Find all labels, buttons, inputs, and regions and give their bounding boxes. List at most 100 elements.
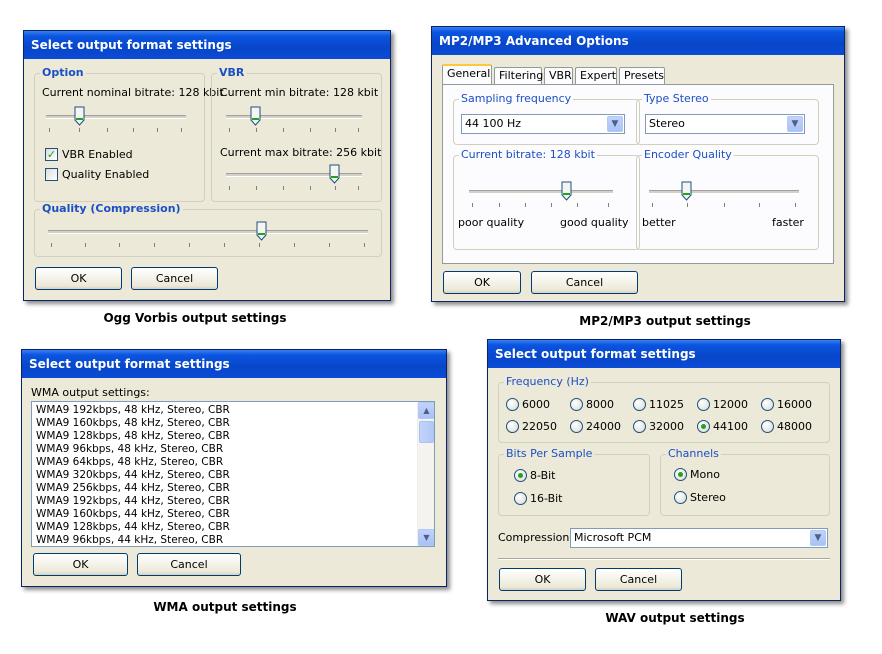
wav-dialog: Select output format settings Frequency … [487,339,841,601]
chevron-up-icon[interactable]: ▲ [418,402,434,419]
mono-radio[interactable] [674,468,687,481]
wma-settings-list[interactable]: WMA9 192kbps, 48 kHz, Stereo, CBR WMA9 1… [31,401,435,547]
bit8-label[interactable]: 8-Bit [530,469,556,482]
stereo-label[interactable]: Stereo [690,491,726,504]
freq-6000-label[interactable]: 6000 [522,398,550,411]
slider-thumb-icon[interactable] [681,181,692,201]
sampling-frequency-select[interactable]: 44 100 Hz ▼ [461,114,625,134]
chevron-down-icon[interactable]: ▼ [787,116,803,132]
freq-16000-radio[interactable] [761,398,774,411]
sampling-legend: Sampling frequency [459,92,574,105]
list-item[interactable]: WMA9 128kbps, 48 kHz, Stereo, CBR [32,430,417,443]
tab-vbr[interactable]: VBR [544,67,573,85]
freq-8000-label[interactable]: 8000 [586,398,614,411]
chevron-down-icon[interactable]: ▼ [607,116,623,132]
tab-expert[interactable]: Expert [575,67,617,85]
cancel-button[interactable]: Cancel [531,271,638,294]
wav-title: Select output format settings [488,340,840,368]
ok-button[interactable]: OK [499,568,586,591]
list-item[interactable]: WMA9 96kbps, 48 kHz, Stereo, CBR [32,443,417,456]
cancel-button[interactable]: Cancel [137,553,241,576]
freq-8000-radio[interactable] [570,398,583,411]
list-item[interactable]: WMA9 96kbps, 44 kHz, Stereo, CBR [32,534,417,546]
chevron-down-icon[interactable]: ▼ [810,530,826,546]
cancel-button[interactable]: Cancel [131,267,218,290]
vbr-enabled-label[interactable]: VBR Enabled [62,148,133,161]
wma-dialog: Select output format settings WMA output… [21,349,447,587]
nominal-bitrate-slider[interactable] [46,106,186,134]
tab-presets[interactable]: Presets [619,67,665,85]
list-item[interactable]: WMA9 320kbps, 44 kHz, Stereo, CBR [32,469,417,482]
max-bitrate-slider[interactable] [226,164,362,192]
freq-22050-radio[interactable] [506,420,519,433]
freq-11025-radio[interactable] [633,398,646,411]
compression-select[interactable]: Microsoft PCM ▼ [570,528,828,548]
mono-label[interactable]: Mono [690,468,720,481]
frequency-group: Frequency (Hz) [498,375,830,443]
slider-thumb-icon[interactable] [74,106,85,126]
bitrate-slider[interactable] [469,181,613,209]
slider-thumb-icon[interactable] [329,164,340,184]
min-bitrate-slider[interactable] [226,106,362,134]
cancel-button[interactable]: Cancel [595,568,682,591]
ok-button[interactable]: OK [35,267,122,290]
mp3-caption: MP2/MP3 output settings [579,314,751,328]
slider-thumb-icon[interactable] [250,106,261,126]
slider-thumb-icon[interactable] [561,181,572,201]
wma-caption: WMA output settings [153,600,297,614]
list-item[interactable]: WMA9 256kbps, 44 kHz, Stereo, CBR [32,482,417,495]
list-item[interactable]: WMA9 160kbps, 44 kHz, Stereo, CBR [32,508,417,521]
scroll-thumb[interactable] [419,421,434,443]
stereo-radio[interactable] [674,491,687,504]
quality-legend: Quality (Compression) [40,202,183,215]
mp3-dialog: MP2/MP3 Advanced Options General Filteri… [431,26,845,302]
vbr-legend: VBR [217,66,247,79]
freq-48000-radio[interactable] [761,420,774,433]
list-item[interactable]: WMA9 192kbps, 44 kHz, Stereo, CBR [32,495,417,508]
quality-enabled-checkbox[interactable] [45,168,58,181]
encoder-quality-slider[interactable] [649,181,799,209]
quality-slider[interactable] [48,221,368,249]
freq-12000-radio[interactable] [697,398,710,411]
list-item[interactable]: WMA9 160kbps, 48 kHz, Stereo, CBR [32,417,417,430]
vbr-enabled-checkbox[interactable]: ✓ [45,148,58,161]
freq-22050-label[interactable]: 22050 [522,420,557,433]
freq-44100-radio[interactable] [697,420,710,433]
compression-label: Compression: [498,531,574,544]
chevron-down-icon[interactable]: ▼ [418,529,434,546]
ogg-dialog: Select output format settings Option Cur… [23,30,391,301]
nominal-bitrate-label: Current nominal bitrate: 128 kbit [42,86,224,99]
freq-24000-radio[interactable] [570,420,583,433]
good-quality-label: good quality [560,216,629,229]
ok-button[interactable]: OK [33,553,128,576]
divider [498,558,830,560]
stereo-legend: Type Stereo [642,92,711,105]
freq-44100-label[interactable]: 44100 [713,420,748,433]
freq-6000-radio[interactable] [506,398,519,411]
slider-thumb-icon[interactable] [256,221,267,241]
list-scrollbar[interactable]: ▲ ▼ [417,402,434,546]
freq-12000-label[interactable]: 12000 [713,398,748,411]
ok-button[interactable]: OK [443,271,521,294]
faster-label: faster [772,216,804,229]
freq-32000-label[interactable]: 32000 [649,420,684,433]
bit8-radio[interactable] [514,469,527,482]
bit16-label[interactable]: 16-Bit [530,492,563,505]
freq-48000-label[interactable]: 48000 [777,420,812,433]
list-item[interactable]: WMA9 192kbps, 48 kHz, Stereo, CBR [32,404,417,417]
tab-filtering[interactable]: Filtering [494,67,543,85]
freq-11025-label[interactable]: 11025 [649,398,684,411]
quality-enabled-label[interactable]: Quality Enabled [62,168,149,181]
channels-group: Channels [660,447,830,516]
bit16-radio[interactable] [514,492,527,505]
list-item[interactable]: WMA9 128kbps, 44 kHz, Stereo, CBR [32,521,417,534]
stereo-type-value: Stereo [649,117,685,130]
list-item[interactable]: WMA9 64kbps, 48 kHz, Stereo, CBR [32,456,417,469]
ogg-caption: Ogg Vorbis output settings [103,311,287,325]
freq-24000-label[interactable]: 24000 [586,420,621,433]
freq-32000-radio[interactable] [633,420,646,433]
stereo-type-select[interactable]: Stereo ▼ [645,114,805,134]
better-label: better [642,216,676,229]
freq-16000-label[interactable]: 16000 [777,398,812,411]
tab-general[interactable]: General [442,64,492,85]
